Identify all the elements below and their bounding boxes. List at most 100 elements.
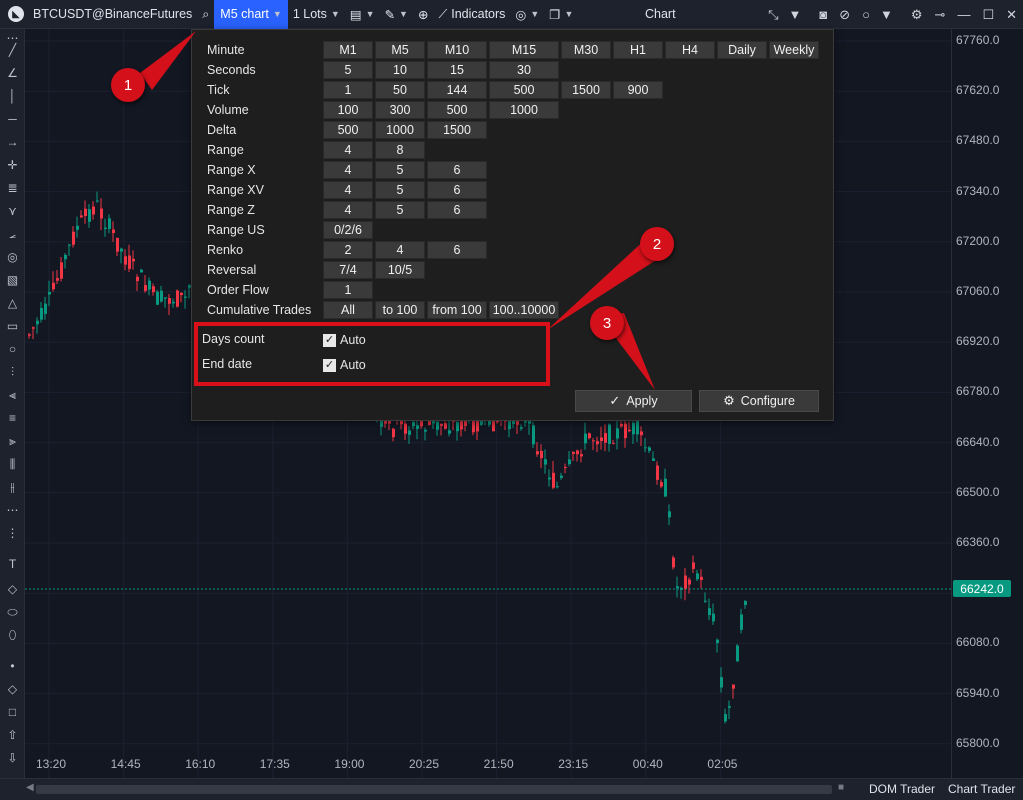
timeframe-option-button[interactable]: 144 bbox=[427, 81, 487, 99]
fib-extension-icon[interactable]: ⫷ bbox=[0, 388, 25, 403]
dotted-box-icon[interactable]: ⋮ bbox=[0, 526, 25, 540]
fib-retracement-icon[interactable]: ⫶ bbox=[0, 365, 25, 380]
timeframe-option-button[interactable]: to 100 bbox=[375, 301, 425, 319]
timeframe-option-button[interactable]: 10 bbox=[375, 61, 425, 79]
timeframe-option-button[interactable]: Daily bbox=[717, 41, 767, 59]
camera-icon[interactable]: ◙ bbox=[813, 7, 833, 22]
pin-icon[interactable]: ⊸ bbox=[929, 7, 952, 23]
chart-trader-tab[interactable]: Chart Trader bbox=[948, 782, 1015, 796]
tag-icon[interactable]: ◇ bbox=[0, 582, 25, 596]
pitchfork-icon[interactable]: ⋎ bbox=[0, 204, 25, 218]
apply-button[interactable]: ✓ Apply bbox=[575, 390, 692, 412]
triangle-icon[interactable]: △ bbox=[0, 296, 25, 310]
arrow-up-icon[interactable]: ⇧ bbox=[0, 728, 25, 742]
timeframe-option-button[interactable]: 6 bbox=[427, 181, 487, 199]
scroll-stop-icon[interactable]: ■ bbox=[838, 782, 844, 793]
line-tool-icon[interactable]: ╱ bbox=[0, 43, 25, 57]
layout-icon[interactable]: ❐ ▼ bbox=[544, 0, 578, 29]
timeframe-option-button[interactable]: 1 bbox=[323, 281, 373, 299]
timeframe-option-button[interactable]: 8 bbox=[375, 141, 425, 159]
timeframe-option-button[interactable]: M10 bbox=[427, 41, 487, 59]
circle-icon[interactable]: ○ bbox=[0, 342, 25, 356]
arrow-down-icon[interactable]: ⇩ bbox=[0, 751, 25, 765]
timeframe-option-button[interactable]: All bbox=[323, 301, 373, 319]
rectangle-icon[interactable]: ▭ bbox=[0, 319, 25, 333]
collapse-arrows-icon[interactable]: ⤡ ▼ bbox=[762, 7, 813, 23]
timeframe-option-button[interactable]: 1000 bbox=[375, 121, 425, 139]
timeframe-option-button[interactable]: 5 bbox=[375, 181, 425, 199]
minimize-icon[interactable]: — bbox=[951, 7, 976, 22]
horizontal-scrollbar[interactable] bbox=[36, 785, 832, 794]
timeframe-option-button[interactable]: M1 bbox=[323, 41, 373, 59]
timeframe-option-button[interactable]: H4 bbox=[665, 41, 715, 59]
timeframe-option-button[interactable]: 5 bbox=[323, 61, 373, 79]
volume-profile-icon[interactable]: ⫸ bbox=[0, 434, 25, 449]
drawing-pencil-icon[interactable]: ✎ ▼ bbox=[380, 0, 413, 29]
fib-levels-icon[interactable]: ≡ bbox=[0, 411, 25, 425]
dom-trader-tab[interactable]: DOM Trader bbox=[869, 782, 935, 796]
horizontal-line-icon[interactable]: ─ bbox=[0, 112, 25, 126]
timeframe-option-button[interactable]: 500 bbox=[489, 81, 559, 99]
timeframe-option-button[interactable]: 2 bbox=[323, 241, 373, 259]
cross-tool-icon[interactable]: ✛ bbox=[0, 158, 25, 172]
zoom-icon[interactable]: ⊕ bbox=[413, 0, 433, 29]
timeframe-option-button[interactable]: 4 bbox=[323, 181, 373, 199]
timeframe-option-button[interactable]: 1000 bbox=[489, 101, 559, 119]
timeframe-option-button[interactable]: 6 bbox=[427, 161, 487, 179]
close-icon[interactable]: ✕ bbox=[1000, 7, 1023, 23]
timeframe-option-button[interactable]: 1500 bbox=[561, 81, 611, 99]
timeframe-option-button[interactable]: M5 bbox=[375, 41, 425, 59]
histogram-icon[interactable]: ⫲ bbox=[0, 480, 25, 495]
chart-template-icon[interactable]: ▤ ▼ bbox=[345, 0, 380, 29]
timeframe-option-button[interactable]: 1 bbox=[323, 81, 373, 99]
timeframe-option-button[interactable]: 0/2/6 bbox=[323, 221, 373, 239]
timeframe-option-button[interactable]: 6 bbox=[427, 241, 487, 259]
text-tool-icon[interactable]: T bbox=[0, 557, 25, 571]
timeframe-option-button[interactable]: 4 bbox=[323, 141, 373, 159]
timeframe-option-button[interactable]: 100 bbox=[323, 101, 373, 119]
parallel-lines-icon[interactable]: ≣ bbox=[0, 181, 25, 195]
timeframe-option-button[interactable]: 500 bbox=[427, 101, 487, 119]
indicators-button[interactable]: ⟋ Indicators bbox=[433, 0, 510, 29]
callout-icon[interactable]: ⬯ bbox=[0, 628, 25, 643]
days-count-checkbox[interactable]: ✓ bbox=[323, 334, 336, 347]
timeframe-option-button[interactable]: 5 bbox=[375, 161, 425, 179]
search-icon[interactable]: ⌕ bbox=[197, 0, 214, 29]
timeframe-option-button[interactable]: 100..10000 bbox=[489, 301, 559, 319]
timeframe-option-button[interactable]: M15 bbox=[489, 41, 559, 59]
timeframe-option-button[interactable]: 900 bbox=[613, 81, 663, 99]
angle-tool-icon[interactable]: ∠ bbox=[0, 66, 25, 80]
crosshair-icon[interactable]: ◎ ▼ bbox=[510, 0, 544, 29]
diamond-icon[interactable]: ◇ bbox=[0, 682, 25, 696]
timeframe-option-button[interactable]: 50 bbox=[375, 81, 425, 99]
configure-button[interactable]: ⚙ Configure bbox=[699, 390, 819, 412]
spiral-icon[interactable]: ◎ bbox=[0, 250, 25, 264]
timeframe-option-button[interactable]: 4 bbox=[323, 161, 373, 179]
channel-icon[interactable]: ▧ bbox=[0, 273, 25, 287]
fan-tool-icon[interactable]: ⦟ bbox=[0, 227, 25, 242]
arrow-tool-icon[interactable]: → bbox=[0, 135, 25, 149]
label-icon[interactable]: ⬭ bbox=[0, 605, 25, 620]
timeframe-option-button[interactable]: 5 bbox=[375, 201, 425, 219]
lots-selector[interactable]: 1 Lots ▼ bbox=[288, 0, 345, 29]
timeframe-option-button[interactable]: 4 bbox=[375, 241, 425, 259]
timeframe-option-button[interactable]: 15 bbox=[427, 61, 487, 79]
timeframe-option-button[interactable]: 500 bbox=[323, 121, 373, 139]
fib-timezones-icon[interactable]: ⫼ bbox=[0, 457, 25, 472]
timeframe-option-button[interactable]: 4 bbox=[323, 201, 373, 219]
timeframe-option-button[interactable]: Weekly bbox=[769, 41, 819, 59]
timeframe-option-button[interactable]: H1 bbox=[613, 41, 663, 59]
gear-icon[interactable]: ⚙ bbox=[905, 7, 929, 23]
clear-icon[interactable]: ⊘ bbox=[833, 7, 856, 23]
maximize-icon[interactable]: ☐ bbox=[976, 7, 1000, 23]
symbol-selector[interactable]: BTCUSDT@BinanceFutures bbox=[28, 0, 197, 29]
chart-type-button[interactable]: M5 chart ▼ bbox=[214, 0, 288, 29]
timeframe-option-button[interactable]: 6 bbox=[427, 201, 487, 219]
square-icon[interactable]: □ bbox=[0, 705, 25, 719]
timeframe-option-button[interactable]: M30 bbox=[561, 41, 611, 59]
timeframe-option-button[interactable]: 10/5 bbox=[375, 261, 425, 279]
color-circle-icon[interactable]: ○ ▼ bbox=[856, 7, 905, 22]
timeframe-option-button[interactable]: 300 bbox=[375, 101, 425, 119]
dot-icon[interactable]: • bbox=[0, 659, 25, 673]
measure-icon[interactable]: ⋯ bbox=[0, 503, 25, 517]
